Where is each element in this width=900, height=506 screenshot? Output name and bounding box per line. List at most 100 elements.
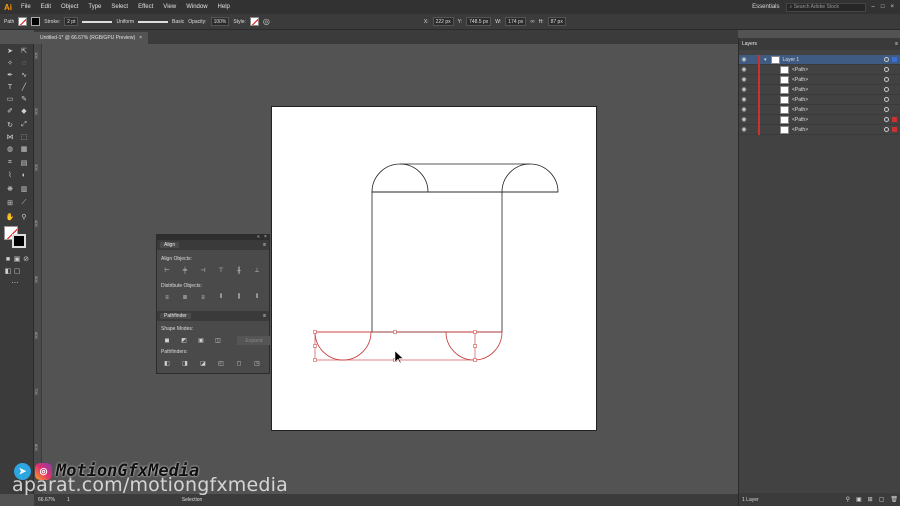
curvature-icon[interactable]: ∿ <box>19 70 29 80</box>
menu-file[interactable]: File <box>16 4 36 10</box>
lasso-icon[interactable]: ◌ <box>19 58 29 68</box>
opacity-field[interactable]: 100% <box>210 17 230 26</box>
shape-builder-icon[interactable]: ◍ <box>5 144 15 154</box>
align-bottom-icon[interactable]: ⊥ <box>251 266 263 275</box>
magic-wand-icon[interactable]: ✧ <box>5 58 15 68</box>
brush-definition[interactable] <box>138 20 168 23</box>
layers-menu-icon[interactable]: ≡ <box>895 41 898 47</box>
distribute-right-icon[interactable]: ⫴ <box>251 293 263 302</box>
menu-edit[interactable]: Edit <box>36 4 56 10</box>
selection-indicator[interactable] <box>892 117 897 122</box>
selection-indicator[interactable] <box>892 127 897 132</box>
align-right-icon[interactable]: ⊣ <box>197 266 209 275</box>
new-sublayer-icon[interactable]: ⊞ <box>868 496 873 503</box>
path-name[interactable]: <Path> <box>792 87 808 93</box>
distribute-bottom-icon[interactable]: ≡ <box>197 293 209 302</box>
intersect-icon[interactable]: ▣ <box>195 336 207 345</box>
layers-tab[interactable]: Layers <box>742 41 757 47</box>
blend-icon[interactable]: ◐ <box>19 170 29 180</box>
eyedropper-icon[interactable]: ⌇ <box>5 170 15 180</box>
stock-search-input[interactable]: ⌕ Search Adobe Stock <box>785 2 866 12</box>
align-tab[interactable]: Align <box>160 242 180 248</box>
w-field[interactable]: 174 px <box>505 17 527 26</box>
workspace-switcher[interactable]: Essentials <box>752 4 779 10</box>
pathfinder-tab[interactable]: Pathfinder <box>160 313 191 319</box>
path-row[interactable]: ◉ <Path> <box>739 124 900 135</box>
hand-icon[interactable]: ✋ <box>5 212 15 222</box>
minimize-icon[interactable]: – <box>872 4 875 10</box>
paintbrush-icon[interactable]: ✎ <box>19 94 29 104</box>
exclude-icon[interactable]: ◫ <box>212 336 224 345</box>
slice-icon[interactable]: ⟋ <box>19 198 29 208</box>
path-name[interactable]: <Path> <box>792 117 808 123</box>
outline-icon[interactable]: ◻ <box>233 359 245 368</box>
menu-type[interactable]: Type <box>83 4 106 10</box>
menu-help[interactable]: Help <box>213 4 235 10</box>
crop-icon[interactable]: ◰ <box>215 359 227 368</box>
opacity-label[interactable]: Opacity: <box>188 19 206 25</box>
expand-button[interactable]: Expand <box>237 336 271 345</box>
mesh-icon[interactable]: ⌗ <box>5 158 15 168</box>
trim-icon[interactable]: ◨ <box>179 359 191 368</box>
target-icon[interactable] <box>884 87 889 92</box>
visibility-icon[interactable]: ◉ <box>739 56 749 63</box>
selection-tool-icon[interactable]: ➤ <box>5 46 15 56</box>
stroke-label[interactable]: Stroke: <box>44 19 60 25</box>
visibility-icon[interactable]: ◉ <box>739 76 749 83</box>
none-mode-icon[interactable]: ⊘ <box>21 254 31 264</box>
visibility-icon[interactable]: ◉ <box>739 66 749 73</box>
stroke-weight-field[interactable]: 2 pt <box>64 17 79 26</box>
visibility-icon[interactable]: ◉ <box>739 86 749 93</box>
target-icon[interactable] <box>884 117 889 122</box>
symbol-sprayer-icon[interactable]: ❋ <box>5 184 15 194</box>
artboard-icon[interactable]: ⊞ <box>5 198 15 208</box>
menu-object[interactable]: Object <box>56 4 83 10</box>
fill-swatch[interactable] <box>18 17 28 26</box>
close-window-icon[interactable]: × <box>890 4 894 10</box>
rotate-icon[interactable]: ↻ <box>5 120 15 130</box>
h-field[interactable]: 87 px <box>547 17 566 26</box>
target-icon[interactable] <box>884 67 889 72</box>
path-row[interactable]: ◉ <Path> <box>739 84 900 95</box>
document-tab[interactable]: Untitled-1* @ 66.67% (RGB/GPU Preview) × <box>34 32 149 44</box>
path-name[interactable]: <Path> <box>792 77 808 83</box>
zoom-level[interactable]: 66.67% <box>38 497 55 503</box>
menu-window[interactable]: Window <box>181 4 212 10</box>
divide-icon[interactable]: ◧ <box>161 359 173 368</box>
align-left-icon[interactable]: ⊢ <box>161 266 173 275</box>
path-name[interactable]: <Path> <box>792 127 808 133</box>
visibility-icon[interactable]: ◉ <box>739 116 749 123</box>
direct-selection-icon[interactable]: ⇱ <box>19 46 29 56</box>
target-icon[interactable] <box>884 57 889 62</box>
y-field[interactable]: 748.5 px <box>466 17 492 26</box>
gradient-icon[interactable]: ▤ <box>19 158 29 168</box>
minus-front-icon[interactable]: ◩ <box>178 336 190 345</box>
delete-layer-icon[interactable]: 🗑 <box>890 496 898 503</box>
link-icon[interactable]: ∞ <box>530 19 534 25</box>
path-row[interactable]: ◉ <Path> <box>739 94 900 105</box>
free-transform-icon[interactable]: ⬚ <box>19 132 29 142</box>
scale-icon[interactable]: ⤢ <box>19 120 29 130</box>
recolor-icon[interactable]: ◎ <box>263 17 270 26</box>
artwork[interactable] <box>271 106 597 431</box>
distribute-left-icon[interactable]: ⫴ <box>215 293 227 302</box>
unite-icon[interactable]: ◼ <box>161 336 173 345</box>
line-icon[interactable]: ╱ <box>19 82 29 92</box>
pathfinder-panel-header[interactable]: Pathfinder ≡ <box>157 311 269 321</box>
visibility-icon[interactable]: ◉ <box>739 96 749 103</box>
new-layer-icon[interactable]: ▢ <box>879 496 885 503</box>
merge-icon[interactable]: ◪ <box>197 359 209 368</box>
align-vcenter-icon[interactable]: ╫ <box>233 266 245 275</box>
target-icon[interactable] <box>884 97 889 102</box>
variable-width-profile[interactable] <box>82 20 113 23</box>
expand-arrow-icon[interactable]: ▾ <box>764 57 767 63</box>
path-row[interactable]: ◉ <Path> <box>739 104 900 115</box>
distribute-hcenter-icon[interactable]: ⫼ <box>233 293 245 302</box>
type-icon[interactable]: T <box>5 82 15 92</box>
visibility-icon[interactable]: ◉ <box>739 126 749 133</box>
path-name[interactable]: <Path> <box>792 67 808 73</box>
target-icon[interactable] <box>884 127 889 132</box>
menu-view[interactable]: View <box>158 4 181 10</box>
maximize-icon[interactable]: □ <box>881 4 885 10</box>
target-icon[interactable] <box>884 77 889 82</box>
